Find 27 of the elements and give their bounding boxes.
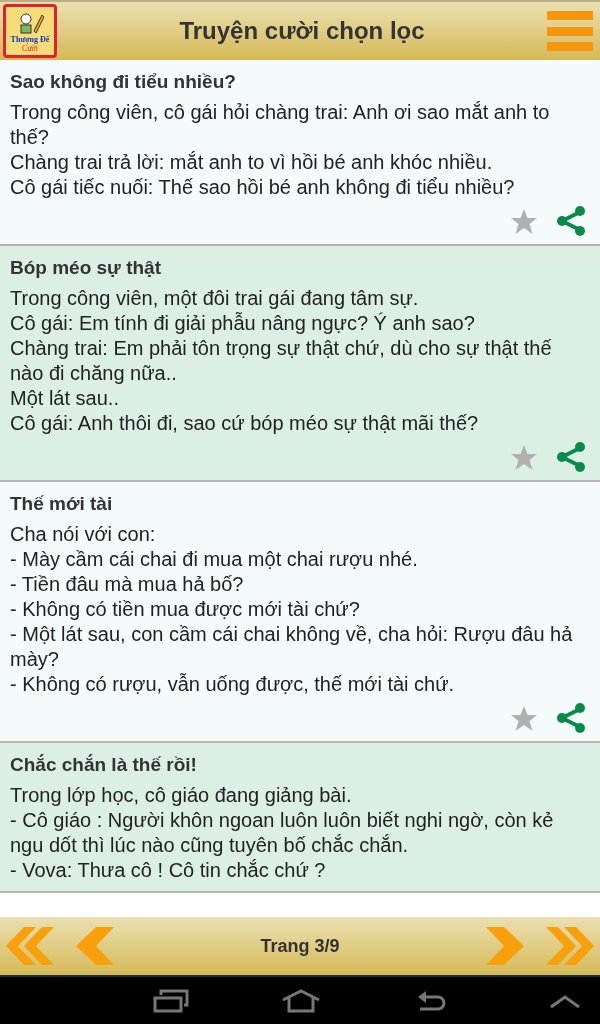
page-indicator: Trang 3/9 [259, 934, 341, 958]
joke-title: Bóp méo sự thật [10, 256, 162, 280]
back-icon[interactable] [416, 988, 448, 1013]
joke-text: Trong lớp học, cô giáo đang giảng bài. - Cô giáo : Người khôn ngoan luôn luôn biết nghi ngờ, còn kẻ ngu dốt thì lúc nào cũng tuyên bố chắc chắn. - Vova: Thưa cô ! Cô tin chắc chứ ? [10, 783, 555, 883]
first-page-icon[interactable] [6, 927, 54, 965]
star-icon[interactable] [510, 704, 538, 732]
recent-apps-icon[interactable] [153, 988, 189, 1013]
joke-title: Sao không đi tiểu nhiều? [10, 70, 237, 94]
joke-title: Chắc chắn là thế rồi! [10, 753, 198, 777]
app-logo[interactable]: Thượng Đế Cười [3, 4, 57, 58]
joke-title: Thế mới tài [10, 492, 114, 516]
home-icon[interactable] [281, 988, 321, 1013]
previous-page-icon[interactable] [76, 927, 114, 965]
joke-text: Trong công viên, một đôi trai gái đang tâm sự. Cô gái: Em tính đi giải phẫu nâng ngực? Ý anh sao? Chàng trai: Em phải tôn trọng sự thật chứ, dù cho sự thật thế nào đi chăng nữa.. Một lát sau.. Cô gái: Anh thôi đi, sao cứ bóp méo sự thật mãi thế? [10, 286, 553, 436]
next-page-icon[interactable] [486, 927, 524, 965]
menu-icon[interactable] [547, 11, 593, 51]
share-icon[interactable] [556, 442, 586, 472]
screen-title: Truyện cười chọn lọc [178, 16, 426, 46]
last-page-icon[interactable] [546, 927, 594, 965]
star-icon[interactable] [510, 207, 538, 235]
share-icon[interactable] [556, 703, 586, 733]
joke-text: Trong công viên, cô gái hỏi chàng trai: Anh ơi sao mắt anh to thế? Chàng trai trả lời: mắt anh to vì hồi bé anh khóc nhiều. Cô gái tiếc nuối: Thế sao hồi bé anh không đi tiểu nhiều? [10, 100, 551, 200]
share-icon[interactable] [556, 206, 586, 236]
logo-text: Thượng Đế [10, 35, 50, 44]
star-icon[interactable] [510, 443, 538, 471]
logo-text: Cười [21, 44, 39, 53]
joke-text: Cha nói với con: - Mày cầm cái chai đi mua một chai rượu nhé. - Tiền đâu mà mua hả bố? - Không có tiền mua được mới tài chứ? - Một lát sau, con cầm cái chai không về, cha hỏi: Rượu đâu hả mày? - Không có rượu, vẫn uống được, thế mới tài chứ. [10, 522, 574, 697]
